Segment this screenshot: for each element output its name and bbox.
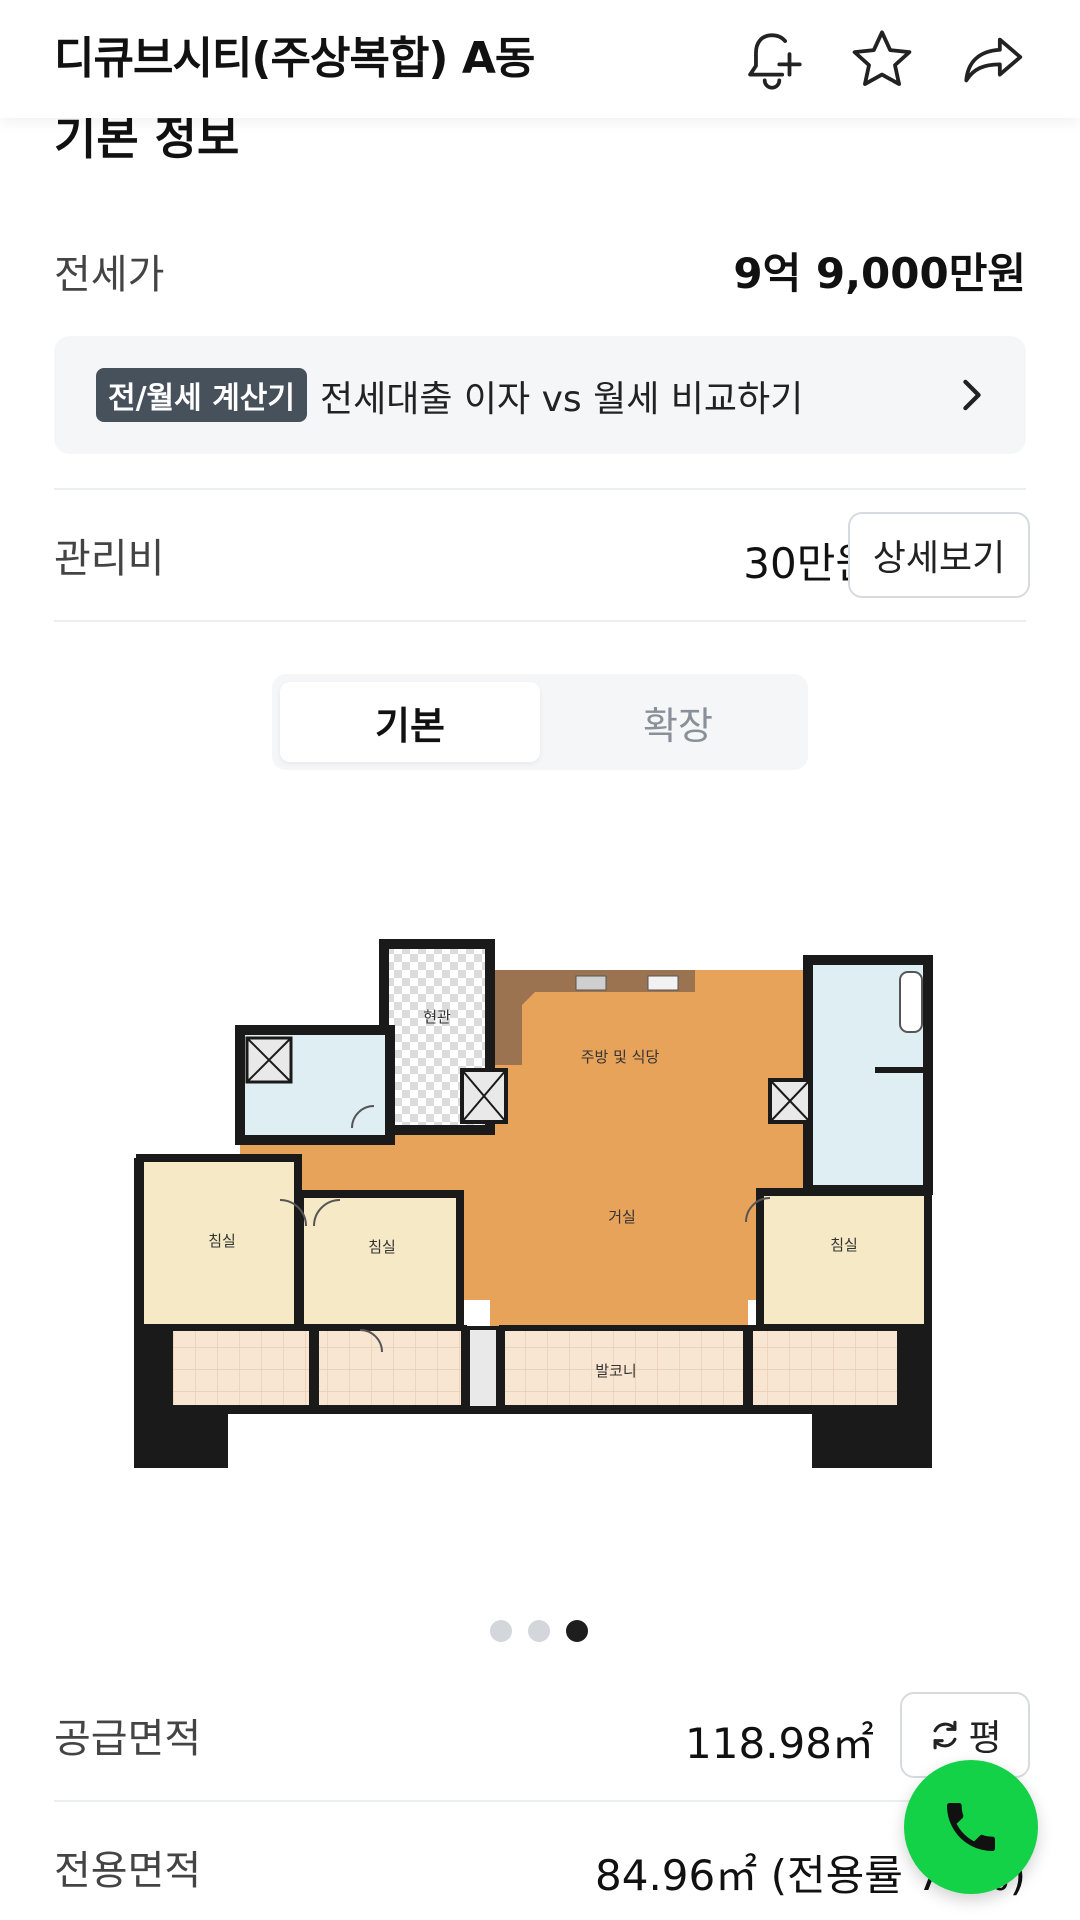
plan-option-extended[interactable]: 확장 <box>548 682 808 762</box>
carousel-dots <box>490 1620 600 1644</box>
room-label: 거실 <box>608 1208 636 1226</box>
floor-plan-image: 현관 주방 및 식당 침실 침실 거실 침실 발코니 <box>134 939 933 1468</box>
carousel-dot-active[interactable] <box>566 1620 588 1642</box>
carousel-dot[interactable] <box>490 1620 512 1642</box>
calculator-badge: 전/월세 계산기 <box>96 368 308 422</box>
room-label: 침실 <box>830 1236 858 1254</box>
jeonse-label: 전세가 <box>54 252 165 298</box>
carousel-dot[interactable] <box>528 1620 550 1642</box>
share-button[interactable] <box>944 10 1044 110</box>
chevron-right-icon <box>963 379 981 411</box>
exclusive-area-label: 전용면적 <box>54 1848 202 1894</box>
alert-add-button[interactable] <box>722 10 822 110</box>
maintenance-label: 관리비 <box>54 536 165 582</box>
supply-area-value: 118.98㎡ <box>685 1719 874 1768</box>
plan-type-toggle: 기본 확장 <box>272 674 808 770</box>
share-icon <box>964 37 1023 83</box>
jeonse-value: 9억 9,000만원 <box>733 249 1026 298</box>
supply-area-label: 공급면적 <box>54 1716 202 1762</box>
divider <box>54 1800 1026 1802</box>
call-button[interactable] <box>904 1760 1038 1894</box>
divider <box>54 488 1026 490</box>
calculator-text: 전세대출 이자 vs 월세 비교하기 <box>320 379 804 420</box>
star-icon <box>852 30 912 86</box>
app-header: 디큐브시티(주상복합) A동 <box>0 0 1080 118</box>
phone-icon <box>947 1803 995 1851</box>
room-label: 침실 <box>368 1238 396 1256</box>
favorite-button[interactable] <box>832 10 932 110</box>
maintenance-detail-button[interactable]: 상세보기 <box>848 512 1030 598</box>
room-label: 발코니 <box>595 1362 636 1380</box>
bell-plus-icon <box>748 33 802 90</box>
room-label: 현관 <box>423 1008 451 1026</box>
jeonse-calculator-banner[interactable]: 전/월세 계산기 전세대출 이자 vs 월세 비교하기 <box>54 336 1026 454</box>
divider <box>54 620 1026 622</box>
room-label: 침실 <box>208 1232 236 1250</box>
unit-toggle-label: 평 <box>968 1718 1002 1759</box>
refresh-icon <box>933 1720 957 1750</box>
page-title: 디큐브시티(주상복합) A동 <box>54 33 535 84</box>
plan-option-basic[interactable]: 기본 <box>280 682 540 762</box>
room-label: 주방 및 식당 <box>581 1048 660 1066</box>
